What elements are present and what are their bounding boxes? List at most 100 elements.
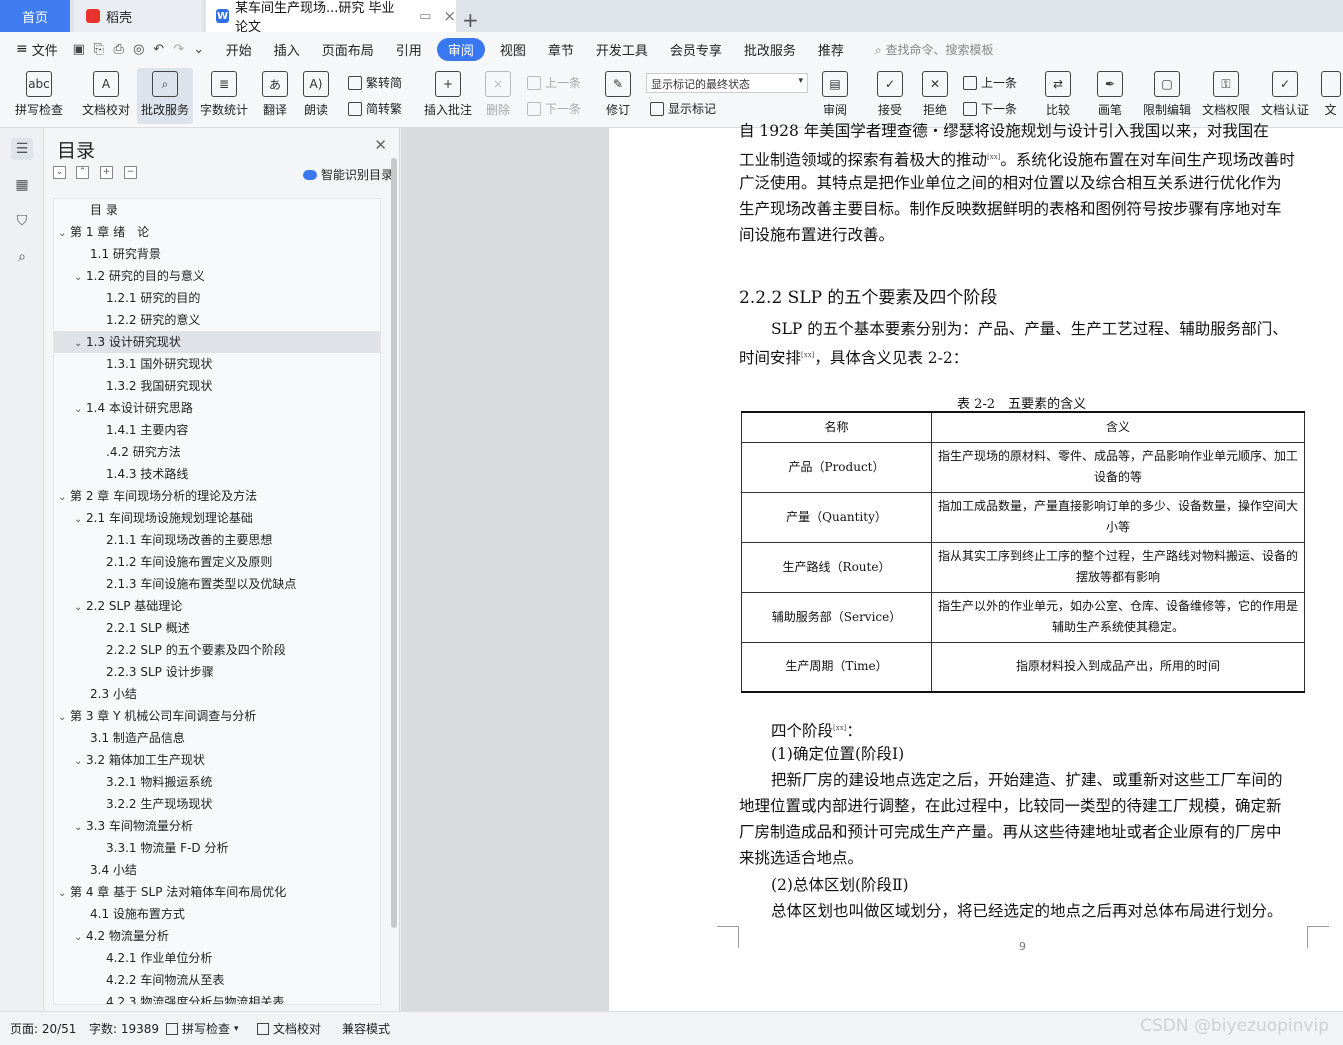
- search-icon[interactable]: ⌕: [11, 246, 33, 268]
- doc-cert-button[interactable]: ✓ 文档认证: [1258, 68, 1312, 124]
- toc-item[interactable]: ⌄ 2.2 SLP 基础理论: [54, 595, 380, 619]
- spell-check-status[interactable]: 拼写检查 ▾: [166, 1020, 239, 1037]
- next-change-button[interactable]: 下一条: [963, 100, 1017, 117]
- to-simplified-button[interactable]: 繁转简: [348, 74, 402, 91]
- chevron-down-icon[interactable]: ⌄: [58, 223, 70, 245]
- word-count-button[interactable]: ≣ 字数统计: [198, 68, 250, 124]
- toc-item[interactable]: ⌄ 2.1 车间现场设施规划理论基础: [54, 507, 380, 531]
- chevron-down-icon[interactable]: ⌄: [58, 883, 70, 905]
- monitor-icon[interactable]: ▭: [419, 9, 431, 24]
- minus-icon[interactable]: −: [124, 166, 137, 179]
- toc-item[interactable]: ⌄ 第 3 章 Y 机械公司车间调查与分析: [54, 705, 380, 729]
- bookmark-icon[interactable]: ⛉: [11, 210, 33, 232]
- toc-item[interactable]: 4.2.2 车间物流从至表: [54, 969, 380, 991]
- doc-rights-button[interactable]: ⚿ 文档权限: [1199, 68, 1253, 124]
- toc-item[interactable]: 3.3.1 物流量 F-D 分析: [54, 837, 380, 859]
- track-changes-button[interactable]: ✎ 修订: [600, 68, 636, 124]
- read-aloud-button[interactable]: A) 朗读: [298, 68, 334, 124]
- preview-icon[interactable]: ◎: [129, 40, 149, 58]
- prev-comment-button[interactable]: 上一条: [527, 74, 581, 91]
- chevron-down-icon[interactable]: ⌄: [74, 751, 86, 773]
- toc-item[interactable]: ⌄ 4.2 物流量分析: [54, 925, 380, 949]
- toc-item[interactable]: ⌄ 第 4 章 基于 SLP 法对箱体车间布局优化: [54, 881, 380, 905]
- proof-status[interactable]: 文档校对: [257, 1020, 321, 1037]
- toc-item[interactable]: 2.2.2 SLP 的五个要素及四个阶段: [54, 639, 380, 661]
- tab-document[interactable]: W 某车间生产现场...研究 毕业论文 ▭ ×: [206, 0, 456, 35]
- doc-check-button[interactable]: A 文档校对: [78, 68, 134, 124]
- word-count-indicator[interactable]: 字数: 19389: [89, 1020, 159, 1037]
- expand-chevron-icon[interactable]: ⌃: [76, 166, 89, 179]
- tab-daoke[interactable]: 稻壳: [74, 0, 202, 32]
- toc-item[interactable]: 3.2.2 生产现场现状: [54, 793, 380, 815]
- toc-item[interactable]: 2.2.3 SLP 设计步骤: [54, 661, 380, 683]
- save-icon[interactable]: ▣: [69, 40, 89, 58]
- menu-item[interactable]: 插入: [263, 38, 311, 61]
- toc-item[interactable]: .4.2 研究方法: [54, 441, 380, 463]
- toc-item[interactable]: 1.4.1 主要内容: [54, 419, 380, 441]
- chevron-down-icon[interactable]: ⌄: [74, 597, 86, 619]
- menu-item[interactable]: 章节: [537, 38, 585, 61]
- toc-item[interactable]: ⌄ 1.3 设计研究现状: [54, 331, 380, 355]
- chevron-down-icon[interactable]: ⌄: [74, 267, 86, 289]
- next-comment-button[interactable]: 下一条: [527, 100, 581, 117]
- toc-item[interactable]: ⌄ 3.2 箱体加工生产现状: [54, 749, 380, 773]
- toc-item[interactable]: ⌄ 1.4 本设计研究思路: [54, 397, 380, 421]
- close-icon[interactable]: ×: [443, 7, 456, 25]
- toc-item[interactable]: ⌄ 1.2 研究的目的与意义: [54, 265, 380, 289]
- toc-item[interactable]: 3.2.1 物料搬运系统: [54, 771, 380, 793]
- chevron-down-icon[interactable]: ⌄: [74, 817, 86, 839]
- delete-comment-button[interactable]: × 删除: [480, 68, 516, 124]
- toc-item[interactable]: 2.1.3 车间设施布置类型以及优缺点: [54, 573, 380, 595]
- menu-item[interactable]: 开始: [215, 38, 263, 61]
- toc-item[interactable]: 目 录: [54, 199, 380, 221]
- restrict-edit-button[interactable]: ▢ 限制编辑: [1140, 68, 1194, 124]
- prev-change-button[interactable]: 上一条: [963, 74, 1017, 91]
- redo-icon[interactable]: ↷: [169, 40, 189, 58]
- reject-button[interactable]: ✕ 拒绝: [915, 68, 955, 124]
- toc-item[interactable]: 1.1 研究背景: [54, 243, 380, 265]
- menu-item[interactable]: 开发工具: [585, 38, 659, 61]
- toc-item[interactable]: 2.3 小结: [54, 683, 380, 705]
- more-chevron-icon[interactable]: ⌄: [189, 40, 209, 58]
- toc-item[interactable]: ⌄ 第 2 章 车间现场分析的理论及方法: [54, 485, 380, 509]
- toc-item[interactable]: 2.2.1 SLP 概述: [54, 617, 380, 639]
- menu-item[interactable]: 推荐: [807, 38, 855, 61]
- menu-item[interactable]: 页面布局: [311, 38, 385, 61]
- print-icon[interactable]: ⎙: [109, 40, 129, 58]
- toc-item[interactable]: 1.2.1 研究的目的: [54, 287, 380, 309]
- compare-button[interactable]: ⇄ 比较: [1038, 68, 1078, 124]
- toc-scrollbar[interactable]: [391, 158, 397, 928]
- outline-icon[interactable]: ▦: [11, 174, 33, 196]
- toc-item[interactable]: 2.1.1 车间现场改善的主要思想: [54, 529, 380, 551]
- chevron-down-icon[interactable]: ⌄: [58, 487, 70, 509]
- undo-icon[interactable]: ↶: [149, 40, 169, 58]
- toc-panel-icon[interactable]: ☰: [11, 138, 33, 160]
- menu-item[interactable]: 会员专享: [659, 38, 733, 61]
- hamburger-icon[interactable]: ≡: [16, 41, 28, 57]
- revise-service-button[interactable]: ⌕ 批改服务: [137, 68, 193, 124]
- toc-item[interactable]: 3.4 小结: [54, 859, 380, 881]
- chevron-down-icon[interactable]: ⌄: [74, 927, 86, 949]
- toc-item[interactable]: 3.1 制造产品信息: [54, 727, 380, 749]
- page-indicator[interactable]: 页面: 20/51: [10, 1020, 76, 1037]
- chevron-down-icon[interactable]: ⌄: [74, 509, 86, 531]
- chevron-down-icon[interactable]: ⌄: [74, 333, 86, 355]
- export-icon[interactable]: ⎘: [89, 40, 109, 58]
- menu-item[interactable]: 批改服务: [733, 38, 807, 61]
- toc-item[interactable]: 4.2.1 作业单位分析: [54, 947, 380, 969]
- collapse-chevron-icon[interactable]: ⌄: [53, 166, 66, 179]
- menu-item[interactable]: 视图: [489, 38, 537, 61]
- chevron-down-icon[interactable]: ⌄: [58, 707, 70, 729]
- close-icon[interactable]: ✕: [374, 136, 387, 154]
- to-traditional-button[interactable]: 简转繁: [348, 100, 402, 117]
- toc-item[interactable]: 1.2.2 研究的意义: [54, 309, 380, 331]
- toc-item[interactable]: 4.2.3 物流强度分析与物流相关表: [54, 991, 380, 1004]
- insert-comment-button[interactable]: + 插入批注: [420, 68, 476, 124]
- spell-check-button[interactable]: abc 拼写检查: [8, 68, 70, 124]
- toc-item[interactable]: 1.3.1 国外研究现状: [54, 353, 380, 375]
- doc-more-button[interactable]: 文: [1318, 68, 1343, 124]
- translate-button[interactable]: あ翻译: [255, 68, 295, 124]
- markup-state-select[interactable]: 显示标记的最终状态 ▾: [646, 73, 808, 93]
- chevron-down-icon[interactable]: ⌄: [74, 399, 86, 421]
- tab-home[interactable]: 首页: [0, 0, 70, 32]
